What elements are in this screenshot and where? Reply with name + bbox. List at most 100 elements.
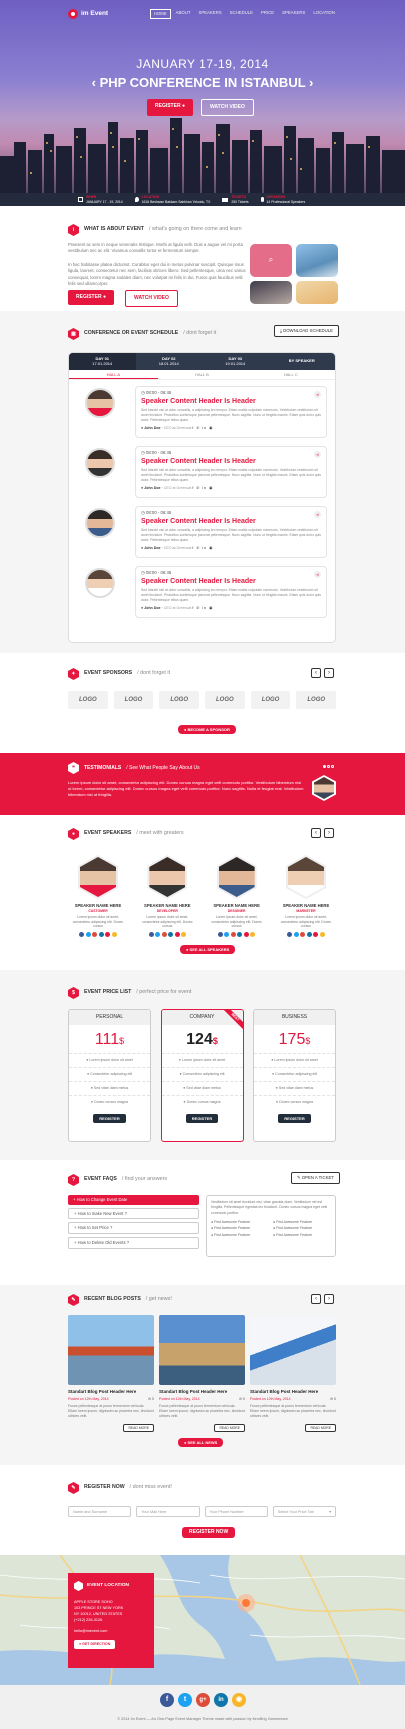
price-select[interactable]: Select Your Price Tab ▾ (272, 1506, 336, 1517)
speaker-card[interactable]: SPEAKER NAME HERE CUSTOMER Lorem ipsum dol… (68, 855, 128, 938)
speaker-avatar[interactable] (85, 568, 115, 598)
register-now-button[interactable]: REGISTER NOW (182, 1527, 236, 1538)
social-icon[interactable] (148, 932, 154, 938)
sponsor-logo[interactable]: LOGO (205, 691, 245, 709)
social-icon[interactable] (85, 932, 91, 938)
sponsors-prev-button[interactable]: ‹ (311, 668, 321, 678)
faq-question[interactable]: + How to Delete Old Events ? (68, 1237, 199, 1249)
sponsor-logo[interactable]: LOGO (113, 691, 154, 709)
social-icon[interactable] (92, 932, 98, 938)
social-icon[interactable] (237, 932, 243, 938)
see-all-speakers-button[interactable]: ● SEE ALL SPEAKERS (180, 945, 236, 955)
tab-hall-b[interactable]: HALL B (158, 370, 247, 379)
sponsor-logo[interactable]: LOGO (296, 691, 337, 709)
social-icon[interactable] (287, 932, 293, 938)
tab-hall-a[interactable]: HALL A (69, 370, 158, 379)
nav-item-price[interactable]: PRICE (258, 9, 277, 19)
hero-register-button[interactable]: REGISTER ● (147, 99, 193, 116)
about-image-building[interactable] (296, 244, 338, 278)
nav-item-home[interactable]: HOME (149, 9, 171, 19)
blog-post-title[interactable]: Standart Blog Post Header Here (159, 1389, 245, 1395)
read-more-button[interactable]: READ MORE (214, 1423, 245, 1433)
faq-question[interactable]: + How to Set Price ? (68, 1222, 199, 1235)
read-more-button[interactable]: READ MORE (123, 1423, 154, 1433)
social-icon[interactable] (293, 932, 299, 938)
share-icon[interactable]: ⋖ (314, 391, 321, 398)
session-title[interactable]: Speaker Content Header Is Header (141, 457, 321, 466)
speaker-photo[interactable] (147, 855, 188, 899)
phone-field[interactable]: Your Phone Number (204, 1506, 268, 1517)
get-direction-button[interactable]: ● GET DIRECTION (74, 1640, 116, 1650)
share-icon[interactable]: ⋖ (314, 451, 321, 458)
tab-day-3[interactable]: DAY 03 19.01.2014 (202, 353, 269, 370)
location-email[interactable]: hello@imevent.com (74, 1629, 148, 1634)
speaker-card[interactable]: SPEAKER NAME HERE MARKETER Lorem ipsum dol… (276, 855, 336, 938)
testimonial-dots[interactable] (323, 765, 334, 768)
plan-register-button[interactable]: REGISTER (93, 1113, 126, 1124)
sponsor-logo[interactable]: LOGO (159, 691, 200, 709)
tab-hall-c[interactable]: HALL C (246, 370, 335, 379)
sponsor-logo[interactable]: LOGO (250, 691, 291, 709)
speaker-avatar[interactable] (85, 448, 115, 478)
social-icon[interactable] (174, 932, 180, 938)
nav-item-location[interactable]: LOCATION (310, 9, 338, 19)
speaker-photo[interactable] (216, 855, 257, 899)
blog-prev-button[interactable]: ‹ (311, 1294, 321, 1304)
speaker-card[interactable]: SPEAKER NAME HERE DEVELOPER Lorem ipsum do… (137, 855, 197, 938)
social-icon[interactable] (98, 932, 104, 938)
read-more-button[interactable]: READ MORE (305, 1423, 336, 1433)
plan-register-button[interactable]: REGISTER (278, 1113, 311, 1124)
speaker-avatar[interactable] (85, 508, 115, 538)
nav-item-sponsors[interactable]: SPEAKERS (195, 9, 224, 19)
become-sponsor-button[interactable]: ● BECOME A SPONSOR (178, 725, 236, 735)
social-icon[interactable] (224, 932, 230, 938)
blog-image[interactable] (159, 1315, 245, 1385)
blog-post-title[interactable]: Standart Blog Post Header Here (68, 1389, 154, 1395)
tab-by-speaker[interactable]: BY SPEAKER (269, 353, 336, 370)
social-icon[interactable] (168, 932, 174, 938)
about-register-button[interactable]: REGISTER ● (68, 290, 114, 305)
social-icon[interactable] (306, 932, 312, 938)
speaker-photo[interactable] (285, 855, 326, 899)
about-image-search[interactable]: ⌕ (250, 244, 292, 278)
social-icon[interactable] (105, 932, 111, 938)
blog-post-title[interactable]: Standart Blog Post Header Here (250, 1389, 336, 1395)
hero-prev-icon[interactable]: ‹ (92, 75, 100, 90)
session-title[interactable]: Speaker Content Header Is Header (141, 517, 321, 526)
name-field[interactable]: Name and Surname (68, 1506, 132, 1517)
blog-image[interactable] (250, 1315, 336, 1385)
hero-watch-video-button[interactable]: WATCH VIDEO (200, 99, 254, 116)
faq-question[interactable]: + How to Change Event Date (68, 1195, 199, 1205)
speakers-next-button[interactable]: › (324, 828, 334, 838)
social-icon[interactable] (250, 932, 256, 938)
nav-item-schedule[interactable]: SCHEDULE (227, 9, 256, 19)
logo[interactable]: im Event (68, 9, 108, 19)
social-icon[interactable] (155, 932, 161, 938)
email-field[interactable]: Your Mail Here (136, 1506, 200, 1517)
linkedin-icon[interactable]: in (214, 1693, 228, 1707)
social-icons[interactable]: f ✆ in ▣ (192, 546, 213, 550)
blog-image[interactable] (68, 1315, 154, 1385)
social-icon[interactable] (230, 932, 236, 938)
social-icon[interactable] (319, 932, 325, 938)
share-icon[interactable]: ⋖ (314, 511, 321, 518)
about-watch-video-button[interactable]: WATCH VIDEO (125, 290, 178, 307)
tab-day-1[interactable]: DAY 01 17.01.2014 (69, 353, 136, 370)
blog-next-button[interactable]: › (324, 1294, 334, 1304)
social-icon[interactable] (161, 932, 167, 938)
about-image-people[interactable] (250, 281, 292, 304)
social-icon[interactable] (313, 932, 319, 938)
social-icon[interactable] (181, 932, 187, 938)
speaker-photo[interactable] (78, 855, 118, 899)
open-ticket-button[interactable]: ✎ OPEN A TICKET (291, 1172, 340, 1184)
hero-next-icon[interactable]: › (305, 75, 313, 90)
social-icons[interactable]: f ✆ in ▣ (192, 606, 213, 610)
plan-register-button[interactable]: REGISTER (185, 1113, 219, 1124)
speaker-avatar[interactable] (85, 388, 115, 418)
nav-item-speakers[interactable]: SPEAKERS (279, 9, 308, 19)
download-schedule-button[interactable]: ⤓ DOWNLOAD SCHEDULE (274, 325, 339, 337)
session-title[interactable]: Speaker Content Header Is Header (141, 397, 321, 406)
sponsor-logo[interactable]: LOGO (68, 691, 108, 709)
session-title[interactable]: Speaker Content Header Is Header (141, 577, 321, 586)
twitter-icon[interactable]: t (178, 1693, 192, 1707)
